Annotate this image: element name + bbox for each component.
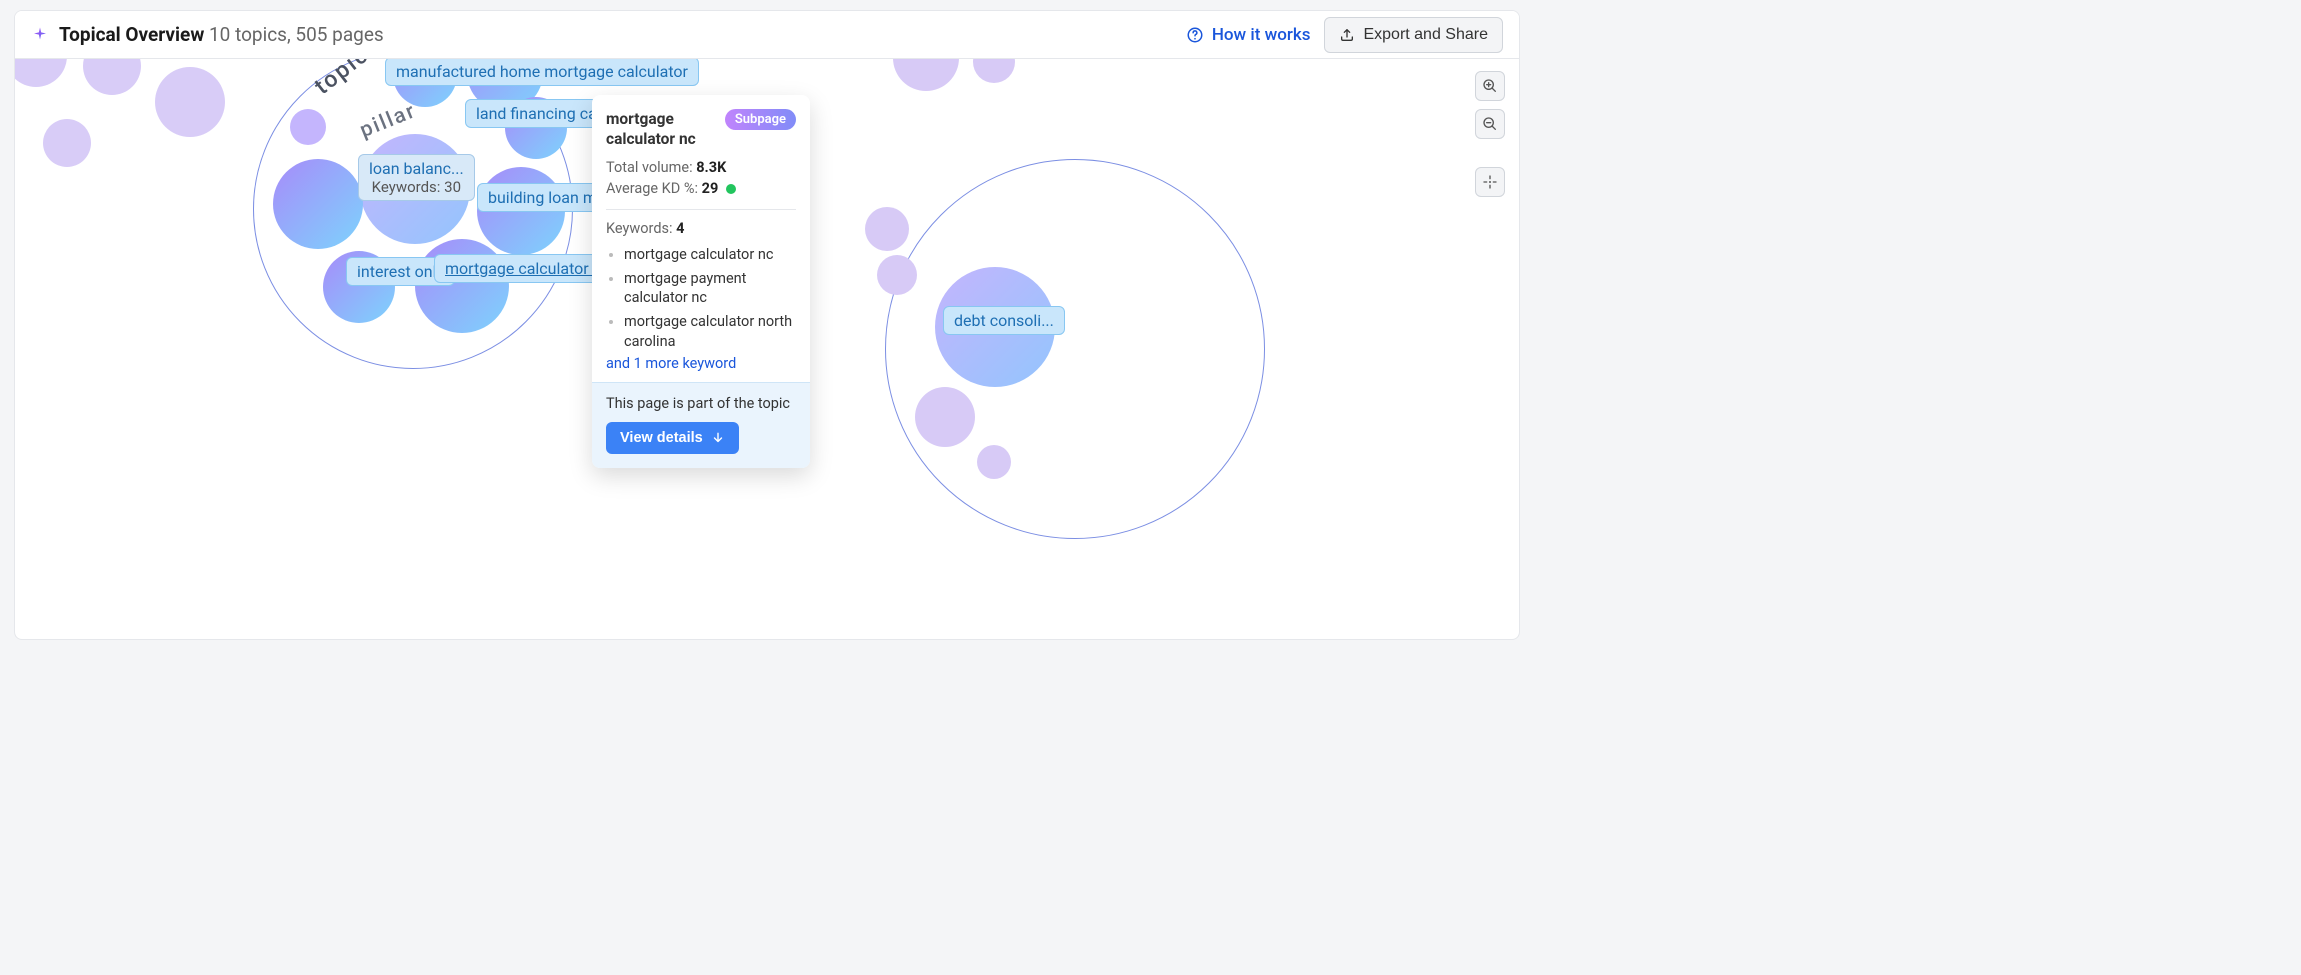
popover-footer-text: This page is part of the topic: [606, 395, 796, 412]
keyword-item: mortgage payment calculator nc: [624, 269, 796, 308]
topical-overview-panel: Topical Overview 10 topics, 505 pages Ho…: [14, 10, 1520, 640]
cluster-node[interactable]: [83, 59, 141, 95]
zoom-controls: [1475, 71, 1505, 197]
cluster-node[interactable]: [877, 255, 917, 295]
panel-title: Topical Overview: [59, 23, 204, 46]
cluster-node[interactable]: [290, 109, 326, 145]
node-popover: mortgage calculator nc Subpage Total vol…: [592, 95, 810, 468]
cluster-node[interactable]: [915, 387, 975, 447]
cluster-node[interactable]: [865, 207, 909, 251]
cluster-node[interactable]: [973, 59, 1015, 83]
header-actions: How it works Export and Share: [1186, 17, 1503, 53]
export-share-label: Export and Share: [1363, 26, 1488, 44]
volume-value: 8.3K: [696, 159, 726, 176]
panel-meta: 10 topics, 505 pages: [209, 23, 384, 46]
zoom-in-button[interactable]: [1475, 71, 1505, 101]
keyword-item: mortgage calculator nc: [624, 245, 796, 265]
popover-footer: This page is part of the topic View deta…: [592, 382, 810, 468]
node-chip-debt[interactable]: debt consoli...: [943, 306, 1065, 335]
volume-label: Total volume:: [606, 159, 693, 176]
zoom-in-icon: [1482, 78, 1498, 94]
popover-divider: [606, 209, 796, 210]
kd-label: Average KD %:: [606, 180, 698, 197]
cluster-node[interactable]: [43, 119, 91, 167]
kd-indicator-dot: [726, 184, 736, 194]
fit-view-button[interactable]: [1475, 167, 1505, 197]
how-it-works-label: How it works: [1212, 25, 1311, 45]
more-keywords-link[interactable]: and 1 more keyword: [606, 355, 796, 372]
subpage-badge: Subpage: [725, 109, 796, 130]
kd-value: 29: [702, 180, 719, 197]
pillar-chip-label: loan balanc...: [369, 159, 464, 178]
cluster-node[interactable]: [155, 67, 225, 137]
cluster-node[interactable]: [977, 445, 1011, 479]
help-icon: [1186, 26, 1204, 44]
cluster-canvas[interactable]: topic pillar loan balanc... Keywords: 30…: [15, 59, 1519, 639]
sparkle-icon: [31, 26, 49, 44]
panel-header: Topical Overview 10 topics, 505 pages Ho…: [15, 11, 1519, 59]
keyword-item: mortgage calculator north carolina: [624, 312, 796, 351]
arrow-down-icon: [711, 431, 725, 445]
pillar-chip[interactable]: loan balanc... Keywords: 30: [358, 154, 475, 201]
cluster-node[interactable]: [273, 159, 363, 249]
keywords-count: 4: [676, 220, 684, 237]
cluster-node[interactable]: [15, 59, 67, 87]
keywords-label: Keywords:: [606, 220, 673, 237]
how-it-works-link[interactable]: How it works: [1186, 25, 1311, 45]
zoom-out-icon: [1482, 116, 1498, 132]
view-details-label: View details: [620, 430, 703, 446]
pillar-chip-sub: Keywords: 30: [369, 178, 464, 196]
upload-icon: [1339, 27, 1355, 43]
cluster-node[interactable]: [893, 59, 959, 91]
zoom-out-button[interactable]: [1475, 109, 1505, 139]
view-details-button[interactable]: View details: [606, 422, 739, 454]
export-share-button[interactable]: Export and Share: [1324, 17, 1503, 53]
crosshair-icon: [1482, 174, 1498, 190]
header-title-group: Topical Overview 10 topics, 505 pages: [31, 23, 384, 46]
keywords-list: mortgage calculator nc mortgage payment …: [606, 245, 796, 351]
node-chip-manufactured[interactable]: manufactured home mortgage calculator: [385, 59, 699, 86]
popover-title: mortgage calculator nc: [606, 109, 717, 149]
